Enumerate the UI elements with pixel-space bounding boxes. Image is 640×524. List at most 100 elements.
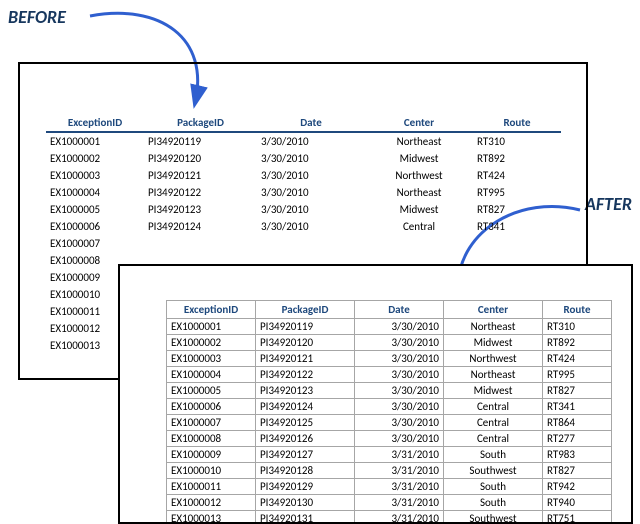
cell-ct <box>365 235 473 252</box>
col-date: Date <box>257 114 365 132</box>
cell-dt: 3/30/2010 <box>355 319 444 335</box>
cell-ex: EX1000004 <box>167 367 256 383</box>
cell-ct: Midwest <box>444 383 543 399</box>
cell-ct: South <box>444 495 543 511</box>
cell-pk: PI34920128 <box>256 463 355 479</box>
cell-ex: EX1000013 <box>167 511 256 524</box>
cell-ex: EX1000011 <box>167 479 256 495</box>
cell-rt: RT310 <box>543 319 612 335</box>
table-row: EX1000004PI349201223/30/2010NortheastRT9… <box>46 184 561 201</box>
cell-ct: Northeast <box>365 132 473 150</box>
cell-ct: Southwest <box>444 511 543 524</box>
cell-dt: 3/30/2010 <box>355 399 444 415</box>
cell-dt: 3/30/2010 <box>257 150 365 167</box>
cell-ex: EX1000007 <box>46 235 144 252</box>
cell-rt: RT995 <box>473 184 561 201</box>
cell-dt: 3/30/2010 <box>355 431 444 447</box>
cell-ex: EX1000002 <box>167 335 256 351</box>
cell-ct: Midwest <box>365 150 473 167</box>
cell-ex: EX1000001 <box>46 132 144 150</box>
cell-rt: RT892 <box>543 335 612 351</box>
table-row: EX1000013PI349201313/31/2010SouthwestRT7… <box>167 511 612 524</box>
cell-dt: 3/30/2010 <box>257 218 365 235</box>
cell-ct: Midwest <box>444 335 543 351</box>
cell-rt: RT341 <box>473 218 561 235</box>
cell-ct: Northwest <box>365 167 473 184</box>
cell-ex: EX1000008 <box>167 431 256 447</box>
cell-ex: EX1000012 <box>167 495 256 511</box>
cell-rt: RT940 <box>543 495 612 511</box>
cell-rt <box>473 235 561 252</box>
table-row: EX1000005PI349201233/30/2010MidwestRT827 <box>167 383 612 399</box>
cell-pk: PI34920120 <box>144 150 257 167</box>
table-row: EX1000006PI349201243/30/2010CentralRT341 <box>167 399 612 415</box>
cell-dt: 3/31/2010 <box>355 511 444 524</box>
cell-pk: PI34920130 <box>256 495 355 511</box>
cell-rt: RT827 <box>473 201 561 218</box>
cell-ex: EX1000006 <box>46 218 144 235</box>
after-header-row: ExceptionID PackageID Date Center Route <box>167 301 612 319</box>
cell-ex: EX1000009 <box>167 447 256 463</box>
table-row: EX1000011PI349201293/31/2010SouthRT942 <box>167 479 612 495</box>
table-row: EX1000005PI349201233/30/2010MidwestRT827 <box>46 201 561 218</box>
cell-dt: 3/30/2010 <box>355 335 444 351</box>
cell-ex: EX1000010 <box>167 463 256 479</box>
cell-dt: 3/30/2010 <box>355 415 444 431</box>
table-row: EX1000008PI349201263/30/2010CentralRT277 <box>167 431 612 447</box>
cell-ct: Central <box>444 399 543 415</box>
cell-dt: 3/30/2010 <box>257 167 365 184</box>
table-row: EX1000002PI349201203/30/2010MidwestRT892 <box>46 150 561 167</box>
table-row: EX1000001PI349201193/30/2010NortheastRT3… <box>167 319 612 335</box>
cell-pk: PI34920129 <box>256 479 355 495</box>
cell-rt: RT424 <box>473 167 561 184</box>
cell-dt <box>257 235 365 252</box>
before-header-row: ExceptionID PackageID Date Center Route <box>46 114 561 132</box>
cell-pk: PI34920121 <box>256 351 355 367</box>
cell-ex: EX1000001 <box>167 319 256 335</box>
cell-pk: PI34920127 <box>256 447 355 463</box>
cell-rt: RT827 <box>543 463 612 479</box>
cell-dt: 3/30/2010 <box>355 367 444 383</box>
table-row: EX1000009PI349201273/31/2010SouthRT983 <box>167 447 612 463</box>
col-exception: ExceptionID <box>46 114 144 132</box>
cell-rt: RT310 <box>473 132 561 150</box>
cell-rt: RT942 <box>543 479 612 495</box>
cell-pk: PI34920120 <box>256 335 355 351</box>
table-row: EX1000003PI349201213/30/2010NorthwestRT4… <box>46 167 561 184</box>
cell-ct: Southwest <box>444 463 543 479</box>
table-row: EX1000003PI349201213/30/2010NorthwestRT4… <box>167 351 612 367</box>
cell-dt: 3/30/2010 <box>257 201 365 218</box>
cell-pk <box>144 235 257 252</box>
cell-pk: PI34920124 <box>144 218 257 235</box>
cell-pk: PI34920121 <box>144 167 257 184</box>
cell-dt: 3/30/2010 <box>355 351 444 367</box>
cell-ct: South <box>444 447 543 463</box>
col-exception: ExceptionID <box>167 301 256 319</box>
col-route: Route <box>543 301 612 319</box>
cell-ct: Central <box>444 415 543 431</box>
cell-ex: EX1000006 <box>167 399 256 415</box>
cell-pk: PI34920123 <box>144 201 257 218</box>
cell-pk: PI34920122 <box>144 184 257 201</box>
cell-rt: RT892 <box>473 150 561 167</box>
col-date: Date <box>355 301 444 319</box>
cell-ct: Central <box>365 218 473 235</box>
cell-rt: RT751 <box>543 511 612 524</box>
cell-ex: EX1000004 <box>46 184 144 201</box>
cell-pk: PI34920119 <box>256 319 355 335</box>
cell-ex: EX1000007 <box>167 415 256 431</box>
cell-ex: EX1000005 <box>167 383 256 399</box>
col-center: Center <box>444 301 543 319</box>
table-row: EX1000001PI349201193/30/2010NortheastRT3… <box>46 132 561 150</box>
col-center: Center <box>365 114 473 132</box>
cell-ct: Northeast <box>444 319 543 335</box>
cell-dt: 3/30/2010 <box>257 132 365 150</box>
cell-dt: 3/30/2010 <box>257 184 365 201</box>
cell-ct: Northwest <box>444 351 543 367</box>
cell-pk: PI34920123 <box>256 383 355 399</box>
cell-dt: 3/31/2010 <box>355 479 444 495</box>
col-package: PackageID <box>144 114 257 132</box>
col-package: PackageID <box>256 301 355 319</box>
table-row: EX1000012PI349201303/31/2010SouthRT940 <box>167 495 612 511</box>
before-label: BEFORE <box>8 6 66 28</box>
